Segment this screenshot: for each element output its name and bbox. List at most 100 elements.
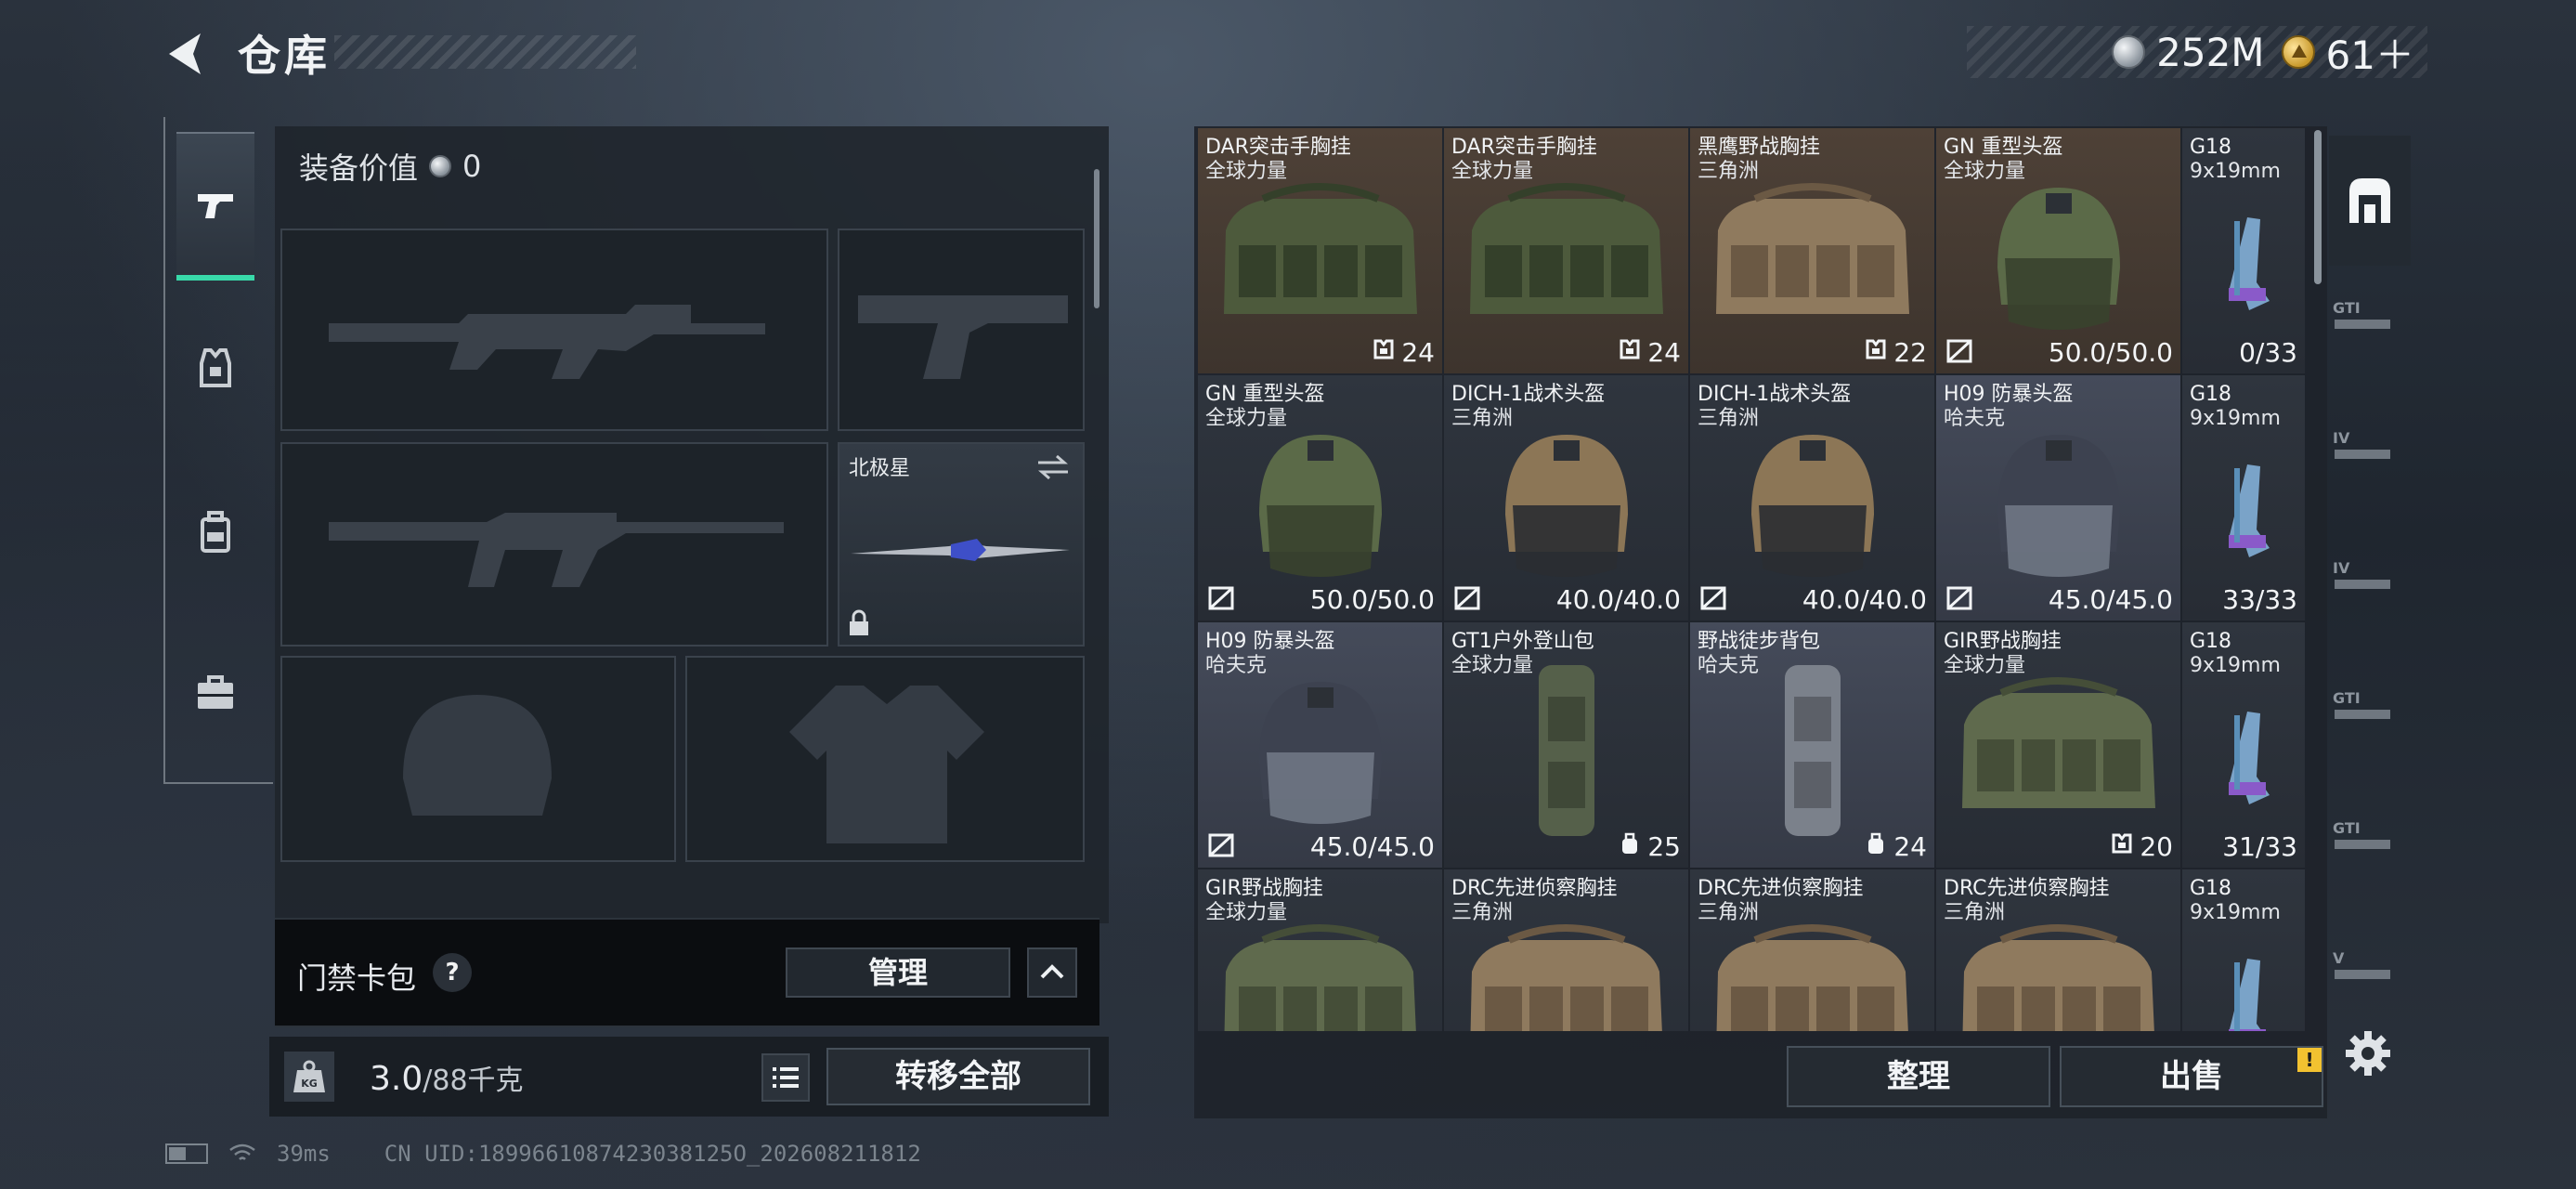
silver-currency[interactable]: 252M	[2112, 30, 2265, 75]
warehouse-tab[interactable]: GTI	[2329, 656, 2411, 786]
category-armor[interactable]	[176, 294, 254, 442]
item-name: DICH-1战术头盔	[1451, 383, 1606, 406]
item-name: DICH-1战术头盔	[1698, 383, 1852, 406]
pistol-silhouette-icon	[858, 295, 1068, 379]
warehouse-tab[interactable]: V	[2329, 916, 2411, 1046]
manage-button[interactable]: 管理	[786, 947, 1010, 998]
item-stat-value: 25	[1647, 831, 1681, 862]
warehouse-item[interactable]: GT1户外登山包 全球力量 25	[1444, 622, 1688, 868]
ping-text: 39ms	[277, 1141, 331, 1167]
item-name: 野战徒步背包	[1698, 630, 1821, 653]
item-stat: 25	[1618, 831, 1681, 862]
warehouse-tab[interactable]: GTI	[2329, 786, 2411, 916]
item-stat-value: 22	[1893, 337, 1927, 368]
category-case[interactable]	[176, 619, 254, 767]
warehouse-tab[interactable]: GTI	[2329, 266, 2411, 396]
warehouse-item[interactable]: G18 9x19mm	[2182, 869, 2305, 1031]
collapse-button[interactable]	[1027, 947, 1077, 998]
warehouse-item[interactable]: H09 防暴头盔 哈夫克 45.0/45.0	[1198, 622, 1442, 868]
bag-capacity-icon	[1864, 831, 1888, 862]
rig-tan-image	[1453, 907, 1679, 1031]
item-stat: 45.0/45.0	[1310, 831, 1435, 862]
slot-pistol[interactable]	[838, 229, 1085, 431]
warehouse-item[interactable]: DRC先进侦察胸挂 三角洲	[1690, 869, 1934, 1031]
sort-button[interactable]: 整理	[1787, 1046, 2050, 1107]
warehouse-item[interactable]: DAR突击手胸挂 全球力量 24	[1198, 128, 1442, 373]
swap-icon[interactable]	[1036, 453, 1070, 481]
item-stat: 31/33	[2222, 831, 2297, 862]
warehouse-item[interactable]: DRC先进侦察胸挂 三角洲	[1444, 869, 1688, 1031]
item-name: GN 重型头盔	[1944, 136, 2063, 159]
helmet-tan-image	[1699, 412, 1925, 589]
warehouse-item[interactable]: GIR野战胸挂 全球力量	[1198, 869, 1442, 1031]
rig-green-image	[1207, 165, 1433, 342]
warehouse-item[interactable]: H09 防暴头盔 哈夫克 45.0/45.0	[1936, 375, 2180, 621]
equipment-scrollbar[interactable]	[1094, 169, 1099, 308]
storage-tab-icon	[2335, 320, 2390, 329]
ammo-image	[2192, 940, 2297, 1031]
durability-icon	[1454, 586, 1480, 610]
slot-helmet[interactable]	[280, 656, 676, 862]
durability-icon	[1208, 833, 1234, 857]
chevron-up-icon	[1040, 964, 1064, 979]
gear-icon[interactable]	[2342, 1027, 2394, 1079]
warehouse-item[interactable]: GN 重型头盔 全球力量 50.0/50.0	[1936, 128, 2180, 373]
item-stat: 33/33	[2222, 584, 2297, 615]
item-name: DAR突击手胸挂	[1451, 136, 1597, 159]
armor-silhouette-icon	[789, 686, 984, 843]
melee-item-name: 北极星	[849, 457, 911, 480]
warehouse-tab[interactable]: IV	[2329, 396, 2411, 526]
item-stat-value: 20	[2140, 831, 2173, 862]
warehouse-tab[interactable]	[2329, 136, 2411, 266]
slot-secondary-weapon[interactable]	[280, 442, 828, 647]
item-name: G18	[2190, 877, 2232, 900]
item-stat: 22	[1864, 337, 1927, 368]
warning-badge: !	[2297, 1048, 2322, 1072]
rig-tan-image	[1945, 907, 2171, 1031]
item-name: H09 防暴头盔	[1205, 630, 1335, 653]
rig-tan-image	[1699, 907, 1925, 1031]
warehouse-item[interactable]: DICH-1战术头盔 三角洲 40.0/40.0	[1444, 375, 1688, 621]
warehouse-tab[interactable]: IV	[2329, 526, 2411, 656]
storage-tab-icon	[2335, 970, 2390, 979]
ammo-image	[2192, 199, 2297, 338]
warehouse-item[interactable]: DRC先进侦察胸挂 三角洲	[1936, 869, 2180, 1031]
warehouse-scrollbar[interactable]	[2314, 130, 2322, 284]
transfer-all-button[interactable]: 转移全部	[826, 1048, 1090, 1105]
armor-vest-icon	[200, 348, 231, 387]
helmet-riot-image	[1945, 412, 2171, 589]
warehouse-item[interactable]: 野战徒步背包 哈夫克 24	[1690, 622, 1934, 868]
warehouse-item[interactable]: DICH-1战术头盔 三角洲 40.0/40.0	[1690, 375, 1934, 621]
slot-primary-weapon[interactable]	[280, 229, 828, 431]
pistol-icon	[198, 194, 233, 218]
bag-capacity-icon	[1618, 831, 1642, 862]
category-weapons[interactable]	[176, 132, 254, 281]
slot-body-armor[interactable]	[685, 656, 1085, 862]
gold-currency[interactable]: 61＋	[2281, 24, 2414, 81]
knife-icon	[851, 539, 1070, 561]
currency-display: 252M 61＋	[1967, 26, 2427, 78]
warehouse-item[interactable]: GN 重型头盔 全球力量 50.0/50.0	[1198, 375, 1442, 621]
list-view-button[interactable]	[761, 1053, 810, 1102]
warehouse-item[interactable]: G18 9x19mm 31/33	[2182, 622, 2305, 868]
equipment-value-label: 装备价值	[299, 150, 419, 186]
tab-label: GTI	[2333, 819, 2361, 837]
pack-green-image	[1453, 660, 1679, 836]
ammo-image	[2192, 446, 2297, 585]
back-arrow-icon[interactable]	[160, 28, 210, 80]
warehouse-item[interactable]: DAR突击手胸挂 全球力量 24	[1444, 128, 1688, 373]
warehouse-item[interactable]: 黑鹰野战胸挂 三角洲 22	[1690, 128, 1934, 373]
slot-melee[interactable]: 北极星	[838, 442, 1085, 647]
sell-button[interactable]: 出售	[2060, 1046, 2323, 1107]
rig-capacity-icon	[2110, 831, 2134, 862]
help-button[interactable]: ?	[433, 953, 472, 992]
rig-tan-image	[1699, 165, 1925, 342]
item-stat-value: 31/33	[2222, 831, 2297, 862]
equipment-value-amount: 0	[462, 149, 482, 184]
helmet-green-image	[1207, 412, 1433, 589]
warehouse-item[interactable]: GIR野战胸挂 全球力量 20	[1936, 622, 2180, 868]
category-backpack[interactable]	[176, 457, 254, 606]
warehouse-item[interactable]: G18 9x19mm 33/33	[2182, 375, 2305, 621]
item-stat: 24	[1618, 337, 1681, 368]
warehouse-item[interactable]: G18 9x19mm 0/33	[2182, 128, 2305, 373]
